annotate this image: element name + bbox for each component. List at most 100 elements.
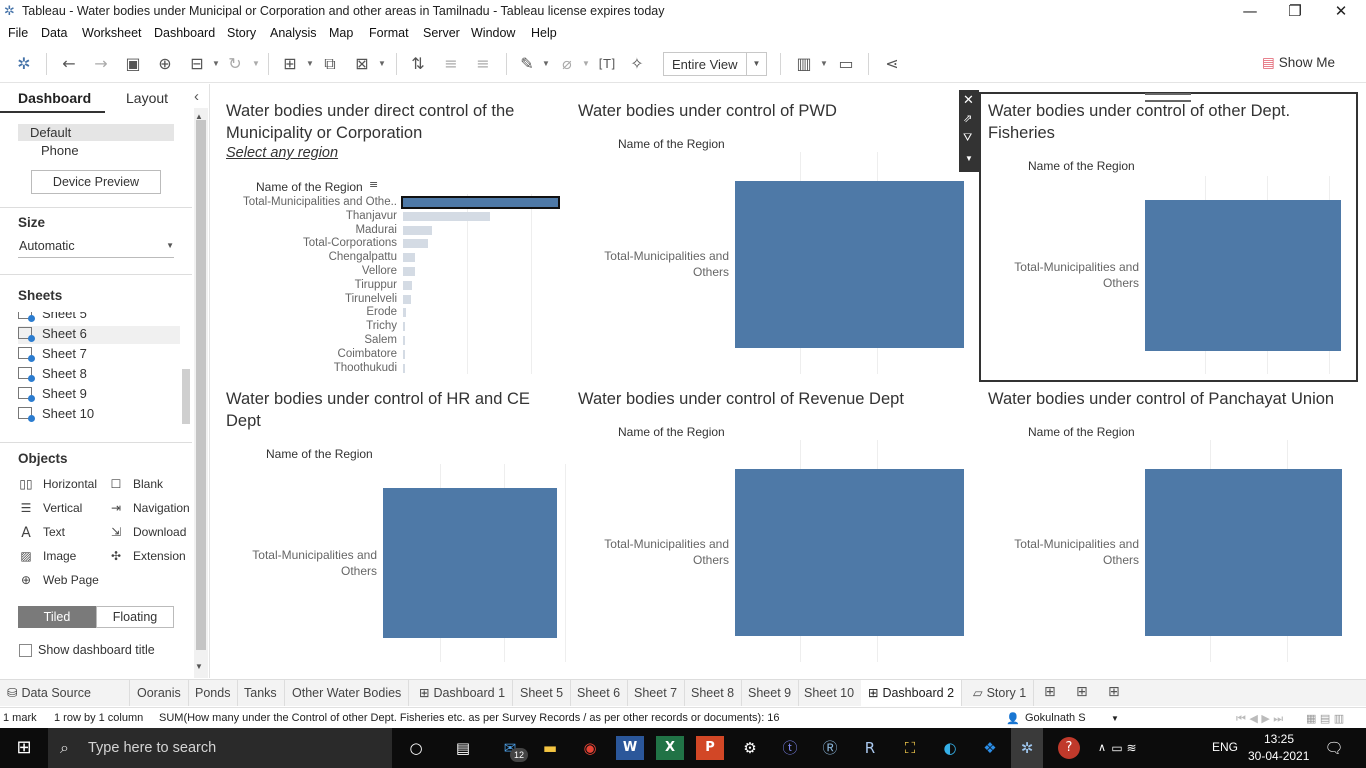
show-title-checkbox[interactable] (19, 644, 32, 657)
system-tray-icons[interactable]: ▭ ≋ ▮ 🔈 (1110, 736, 1138, 768)
cortana-icon[interactable]: ○ (402, 736, 430, 760)
scroll-down-icon[interactable]: ▼ (195, 662, 203, 671)
collapse-sidebar-icon[interactable]: ‹ (194, 88, 199, 105)
panel-municipality[interactable]: Water bodies under direct control of the… (226, 100, 556, 161)
tableau-taskbar-icon[interactable]: ✲ (1011, 728, 1043, 768)
r-icon[interactable]: R (856, 736, 884, 760)
tab-ponds[interactable]: Ponds (188, 680, 239, 706)
region-label[interactable]: Thoothukudi (211, 362, 397, 375)
sheet-navigation-icon[interactable]: ⏮ ◀ ▶ ⏭ (1236, 712, 1283, 726)
user-name[interactable]: Gokulnath S (1025, 712, 1086, 724)
sort-descending-icon[interactable]: ≡ (472, 53, 494, 75)
pause-updates-icon[interactable]: ⊟ (186, 53, 208, 75)
region-bar[interactable] (403, 349, 405, 359)
tab-story-1[interactable]: ▱ Story 1 (966, 680, 1035, 706)
tab-sheet-7[interactable]: Sheet 7 (627, 680, 686, 706)
new-story-icon[interactable]: ⊞ (1108, 684, 1120, 700)
menu-data[interactable]: Data (41, 26, 67, 40)
undo-icon[interactable]: ← (58, 53, 80, 75)
restore-button[interactable]: ❐ (1272, 0, 1318, 22)
region-label[interactable]: Erode (211, 306, 397, 319)
sheet-item-8[interactable]: Sheet 8 (18, 366, 87, 384)
floating-toggle[interactable]: Floating (96, 606, 174, 628)
filter-icon[interactable]: ⛛ (963, 132, 972, 145)
sort-icon[interactable]: ≡ (369, 178, 378, 191)
clock-date[interactable]: 30-04-2021 (1248, 749, 1309, 763)
python-icon[interactable]: ⛶ (896, 736, 924, 760)
region-bar[interactable] (403, 336, 406, 345)
region-label[interactable]: Total-Corporations (211, 237, 397, 250)
sheet-item-10[interactable]: Sheet 10 (18, 406, 94, 422)
fix-axes-icon[interactable]: ✧ (626, 53, 648, 75)
tab-ooranis[interactable]: Ooranis (130, 680, 189, 706)
sheet-item-9[interactable]: Sheet 9 (18, 386, 87, 404)
powerpoint-icon[interactable]: P (696, 736, 724, 760)
tiled-toggle[interactable]: Tiled (18, 606, 96, 628)
region-bar[interactable] (403, 294, 411, 304)
menu-help[interactable]: Help (531, 26, 557, 40)
highlight-icon[interactable]: ✎ (516, 53, 538, 75)
edge-icon[interactable]: ◐ (936, 736, 964, 760)
language-indicator[interactable]: ENG (1212, 740, 1238, 754)
help-icon[interactable]: ? (1058, 737, 1080, 759)
tab-layout[interactable]: Layout (126, 90, 168, 106)
teams-icon[interactable]: ⓣ (776, 736, 804, 760)
sheets-scrollbar[interactable] (182, 369, 190, 424)
region-label[interactable]: Vellore (211, 265, 397, 278)
region-label[interactable]: Coimbatore (211, 348, 397, 361)
sheet-item-6[interactable]: Sheet 6 (18, 326, 180, 344)
new-data-source-icon[interactable]: ⊕ (154, 53, 176, 75)
sheet-item-5[interactable]: Sheet 5 (18, 312, 87, 324)
menu-server[interactable]: Server (423, 26, 460, 40)
tab-other-water-bodies[interactable]: Other Water Bodies (285, 680, 410, 706)
excel-icon[interactable]: X (656, 736, 684, 760)
remove-icon[interactable]: ✕ (963, 92, 974, 108)
menu-analysis[interactable]: Analysis (270, 26, 317, 40)
rstudio-icon[interactable]: Ⓡ (816, 736, 844, 760)
sheet-item-7[interactable]: Sheet 7 (18, 346, 87, 364)
show-labels-icon[interactable]: [T] (596, 53, 618, 75)
tab-dashboard-2[interactable]: ⊞ Dashboard 2 (861, 680, 963, 706)
menu-format[interactable]: Format (369, 26, 409, 40)
tab-sheet-5[interactable]: Sheet 5 (513, 680, 572, 706)
chrome-icon[interactable]: ◉ (576, 736, 604, 760)
scroll-up-icon[interactable]: ▲ (195, 112, 203, 121)
tab-dashboard-1[interactable]: ⊞ Dashboard 1 (412, 680, 514, 706)
region-label[interactable]: Madurai (211, 224, 397, 237)
group-members-icon[interactable]: ⌀ (556, 53, 578, 75)
clock-time[interactable]: 13:25 (1264, 732, 1294, 746)
region-bar[interactable] (403, 363, 405, 373)
menu-worksheet[interactable]: Worksheet (82, 26, 142, 40)
tab-sheet-9[interactable]: Sheet 9 (741, 680, 800, 706)
region-bar[interactable] (403, 308, 407, 318)
menu-map[interactable]: Map (329, 26, 353, 40)
redo-icon[interactable]: → (90, 53, 112, 75)
sort-ascending-icon[interactable]: ≡ (440, 53, 462, 75)
bar-pwd[interactable] (735, 181, 964, 348)
bar-fisheries[interactable] (1145, 200, 1341, 351)
tab-tanks[interactable]: Tanks (237, 680, 285, 706)
region-bar[interactable] (403, 253, 416, 263)
bar-revenue[interactable] (735, 469, 964, 636)
close-button[interactable]: ✕ (1318, 0, 1364, 22)
new-worksheet-icon[interactable]: ⊞ (1044, 684, 1056, 700)
tab-data-source[interactable]: ⛁ Data Source (0, 680, 130, 706)
new-dashboard-icon[interactable]: ⊞ (1076, 684, 1088, 700)
word-icon[interactable]: W (616, 736, 644, 760)
device-default-item[interactable]: Default (18, 124, 174, 141)
tab-dashboard[interactable]: Dashboard (18, 90, 91, 106)
chevron-down-icon[interactable]: ▼ (1111, 714, 1119, 723)
bar-hrce[interactable] (383, 488, 557, 638)
region-label[interactable]: Tiruppur (211, 279, 397, 292)
refresh-icon[interactable]: ↻ (224, 53, 246, 75)
region-label[interactable]: Chengalpattu (211, 251, 397, 264)
size-dropdown[interactable]: Automatic ▼ (18, 236, 174, 258)
dropbox-icon[interactable]: ❖ (976, 736, 1004, 760)
view-mode-icons[interactable]: ▦ ▤ ▥ (1306, 712, 1344, 725)
settings-icon[interactable]: ⚙ (736, 736, 764, 760)
show-cards-icon[interactable]: ▥ (792, 53, 816, 75)
new-worksheet-icon[interactable]: ⊞ (278, 53, 302, 75)
file-explorer-icon[interactable]: ▬ (536, 736, 564, 760)
tab-sheet-10[interactable]: Sheet 10 (797, 680, 863, 706)
save-icon[interactable]: ▣ (122, 53, 144, 75)
